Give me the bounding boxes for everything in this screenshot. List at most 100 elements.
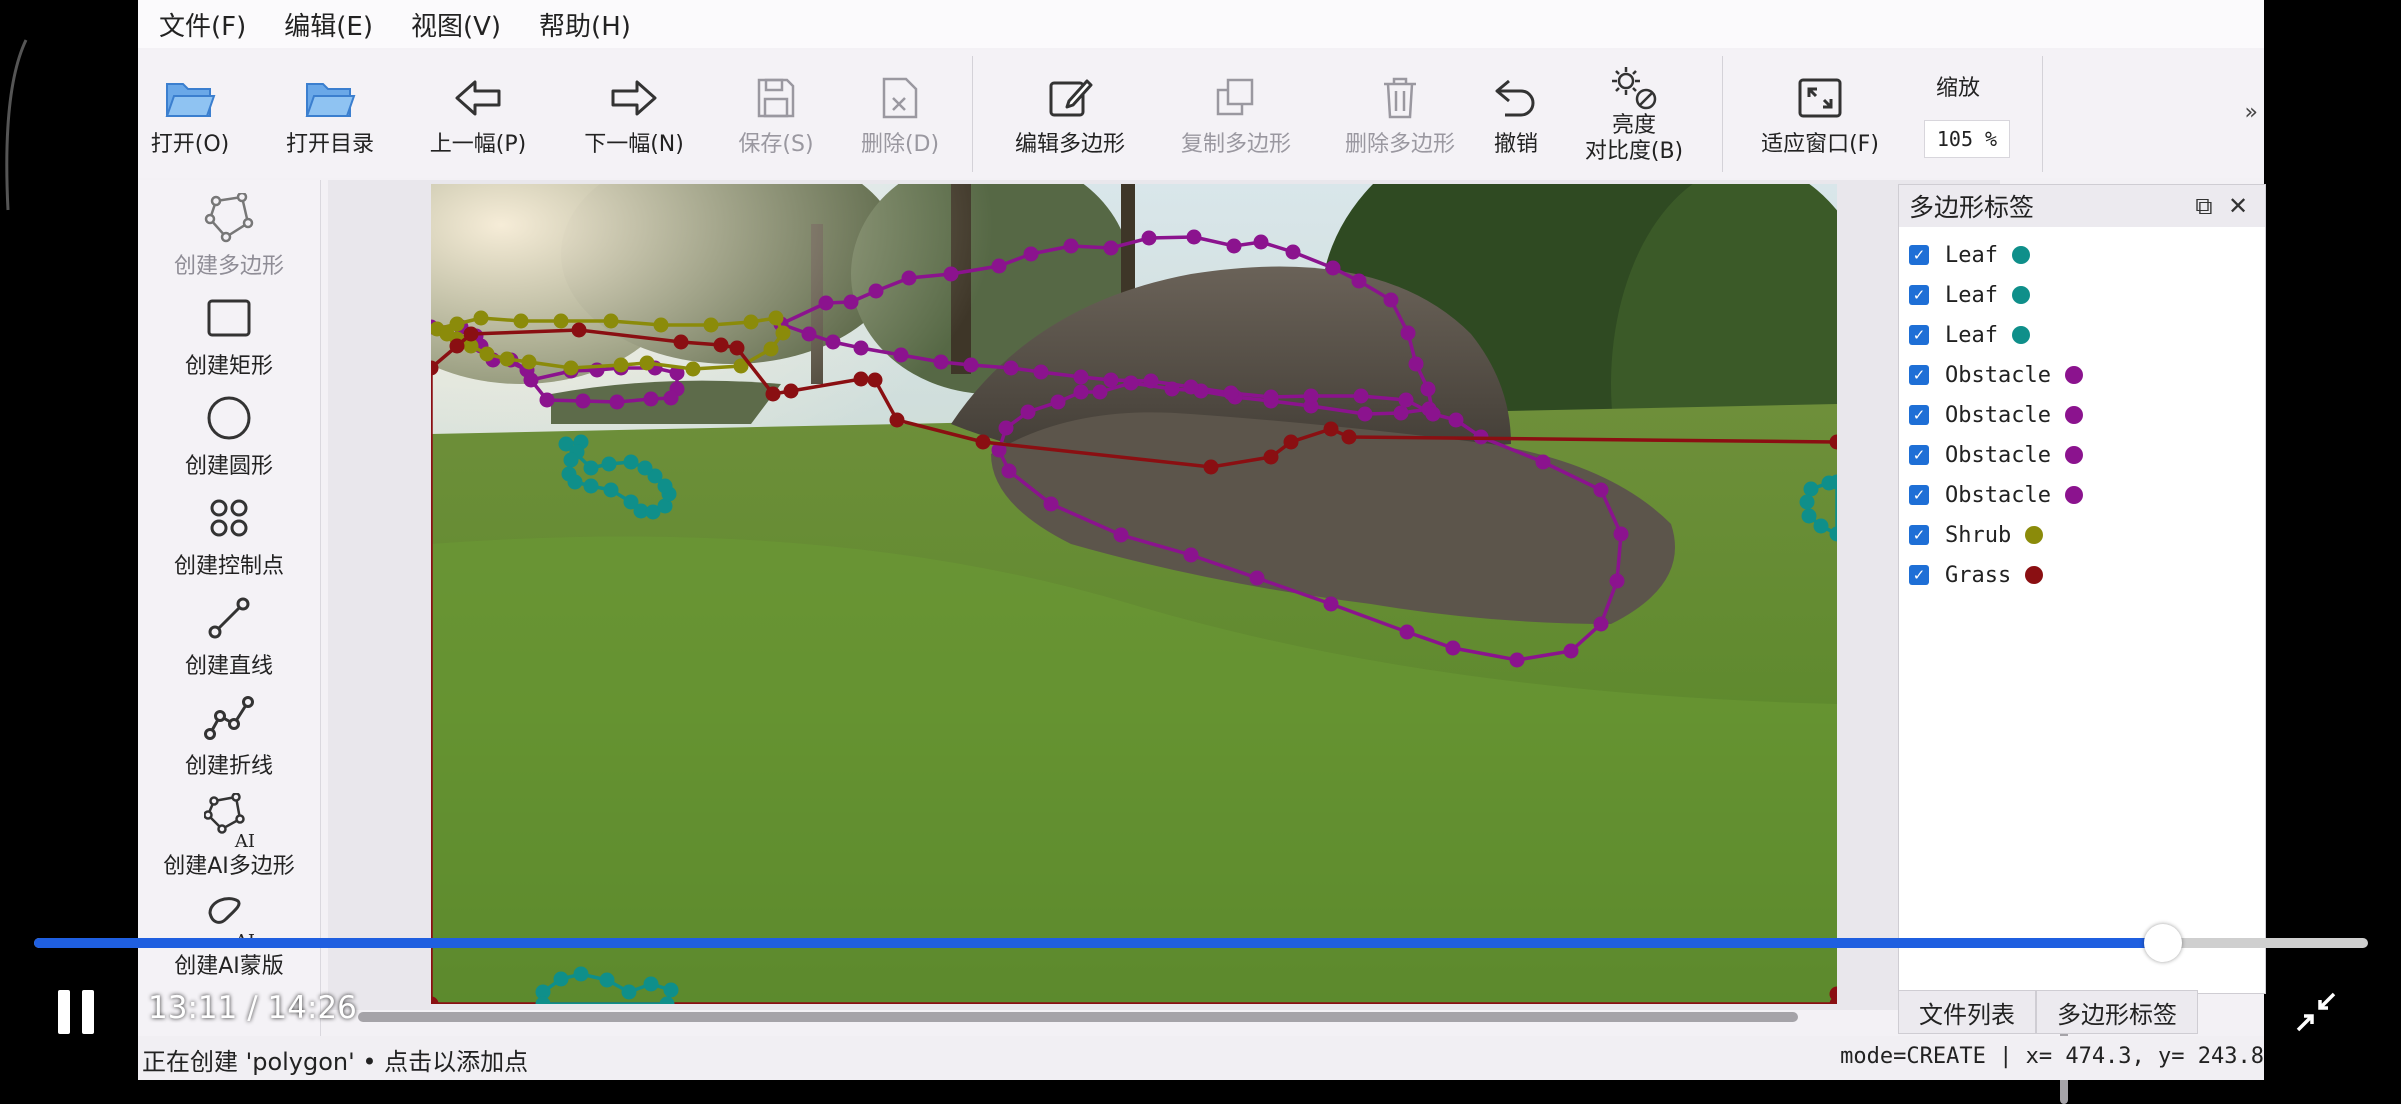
polygon-vertex[interactable] — [901, 270, 917, 286]
label-item[interactable]: ✓ Obstacle — [1909, 395, 2083, 435]
polygon-vertex[interactable] — [1103, 240, 1119, 256]
brightness-contrast-button[interactable]: 亮度 对比度(B) — [1574, 50, 1694, 178]
polygon-vertex[interactable] — [1829, 526, 1838, 542]
polygon-vertex[interactable] — [1353, 388, 1369, 404]
polygon-vertex[interactable] — [1023, 246, 1039, 262]
create-polyline-tool[interactable]: 创建折线 — [138, 690, 320, 790]
polygon-vertex[interactable] — [1398, 392, 1414, 408]
polygon-vertex[interactable] — [1325, 260, 1341, 276]
polygon-vertex[interactable] — [563, 452, 579, 468]
polygon-vertex[interactable] — [1003, 360, 1019, 376]
zoom-input[interactable]: 105 % — [1924, 120, 2010, 158]
image-canvas[interactable] — [431, 184, 1837, 1004]
polygon-vertex[interactable] — [639, 355, 655, 371]
polygon-vertex[interactable] — [1063, 238, 1079, 254]
seekbar-knob[interactable] — [2143, 924, 2182, 962]
polygon-vertex[interactable] — [1400, 325, 1416, 341]
polygon-vertex[interactable] — [1043, 496, 1059, 512]
polygon-vertex[interactable] — [1263, 389, 1279, 405]
annotation-overlay[interactable] — [431, 184, 1837, 1004]
polygon-vertex[interactable] — [521, 354, 537, 370]
polygon-vertex[interactable] — [1535, 454, 1551, 470]
delete-polygon-button[interactable]: 删除多边形 — [1326, 50, 1474, 178]
create-points-tool[interactable]: 创建控制点 — [138, 490, 320, 590]
copy-polygon-button[interactable]: 复制多边形 — [1162, 50, 1310, 178]
polygon-vertex[interactable] — [643, 976, 659, 992]
polygon-vertex[interactable] — [603, 482, 619, 498]
label-checkbox[interactable]: ✓ — [1909, 285, 1929, 305]
polygon-vertex[interactable] — [449, 338, 465, 354]
polygon-vertex[interactable] — [1383, 292, 1399, 308]
polygon-vertex[interactable] — [1801, 508, 1817, 524]
polygon-vertex[interactable] — [1092, 384, 1108, 400]
polygon-vertex[interactable] — [1357, 406, 1373, 422]
polygon-vertex[interactable] — [1123, 375, 1139, 391]
polygon-vertex[interactable] — [713, 337, 729, 353]
toolbar-more-chevron-icon[interactable]: » — [2245, 100, 2258, 125]
polygon-vertex[interactable] — [1285, 244, 1301, 260]
polygon-vertex[interactable] — [1143, 373, 1159, 389]
polygon-vertex[interactable] — [567, 474, 583, 490]
label-checkbox[interactable]: ✓ — [1909, 525, 1929, 545]
polygon-vertex[interactable] — [943, 266, 959, 282]
undo-button[interactable]: 撤销 — [1484, 50, 1548, 178]
annotation-polygon[interactable] — [431, 322, 1837, 1005]
polygon-vertex[interactable] — [1813, 518, 1829, 534]
save-button[interactable]: 保存(S) — [728, 50, 824, 178]
label-item[interactable]: ✓ Obstacle — [1909, 435, 2083, 475]
menu-file[interactable]: 文件(F) — [140, 0, 265, 48]
polygon-vertex[interactable] — [621, 984, 637, 1000]
polygon-vertex[interactable] — [1073, 384, 1089, 400]
polygon-vertex[interactable] — [499, 351, 515, 367]
polygon-vertex[interactable] — [1186, 229, 1202, 245]
polygon-vertex[interactable] — [1183, 379, 1199, 395]
polygon-vertex[interactable] — [818, 295, 834, 311]
horizontal-scrollbar[interactable] — [358, 1012, 1798, 1022]
polygon-vertex[interactable] — [685, 361, 701, 377]
polygon-vertex[interactable] — [1829, 986, 1838, 1002]
create-circle-tool[interactable]: 创建圆形 — [138, 390, 320, 490]
label-item[interactable]: ✓ Leaf — [1909, 275, 2083, 315]
polygon-vertex[interactable] — [563, 360, 579, 376]
polygon-vertex[interactable] — [783, 383, 799, 399]
polygon-vertex[interactable] — [1020, 404, 1036, 420]
video-seekbar[interactable] — [34, 924, 2368, 962]
polygon-vertex[interactable] — [843, 294, 859, 310]
fit-window-button[interactable]: 适应窗口(F) — [1740, 50, 1900, 178]
close-panel-icon[interactable]: ✕ — [2223, 191, 2253, 221]
polygon-vertex[interactable] — [893, 347, 909, 363]
label-checkbox[interactable]: ✓ — [1909, 325, 1929, 345]
polygon-vertex[interactable] — [975, 434, 991, 450]
polygon-vertex[interactable] — [1803, 481, 1819, 497]
polygon-vertex[interactable] — [637, 460, 653, 476]
float-panel-icon[interactable]: ⧉ — [2189, 191, 2219, 221]
polygon-vertex[interactable] — [583, 460, 599, 476]
pause-icon[interactable] — [56, 990, 96, 1034]
tab-file-list[interactable]: 文件列表 — [1898, 990, 2036, 1034]
label-checkbox[interactable]: ✓ — [1909, 405, 1929, 425]
label-item[interactable]: ✓ Obstacle — [1909, 475, 2083, 515]
polygon-vertex[interactable] — [1226, 238, 1242, 254]
polygon-vertex[interactable] — [623, 454, 639, 470]
create-rectangle-tool[interactable]: 创建矩形 — [138, 290, 320, 390]
polygon-vertex[interactable] — [673, 334, 689, 350]
polygon-vertex[interactable] — [575, 393, 591, 409]
create-polygon-tool[interactable]: 创建多边形 — [138, 190, 320, 290]
polygon-vertex[interactable] — [663, 390, 679, 406]
polygon-vertex[interactable] — [573, 966, 589, 982]
polygon-vertex[interactable] — [763, 341, 779, 357]
polygon-vertex[interactable] — [1103, 372, 1119, 388]
polygon-vertex[interactable] — [1609, 573, 1625, 589]
polygon-vertex[interactable] — [601, 456, 617, 472]
polygon-vertex[interactable] — [535, 996, 551, 1005]
polygon-vertex[interactable] — [963, 357, 979, 373]
polygon-vertex[interactable] — [765, 386, 781, 402]
label-item[interactable]: ✓ Leaf — [1909, 315, 2083, 355]
polygon-vertex[interactable] — [1399, 624, 1415, 640]
label-checkbox[interactable]: ✓ — [1909, 245, 1929, 265]
polygon-vertex[interactable] — [1425, 406, 1441, 422]
label-item[interactable]: ✓ Shrub — [1909, 515, 2083, 555]
polygon-vertex[interactable] — [1445, 640, 1461, 656]
polygon-vertex[interactable] — [853, 340, 869, 356]
polygon-vertex[interactable] — [998, 420, 1014, 436]
